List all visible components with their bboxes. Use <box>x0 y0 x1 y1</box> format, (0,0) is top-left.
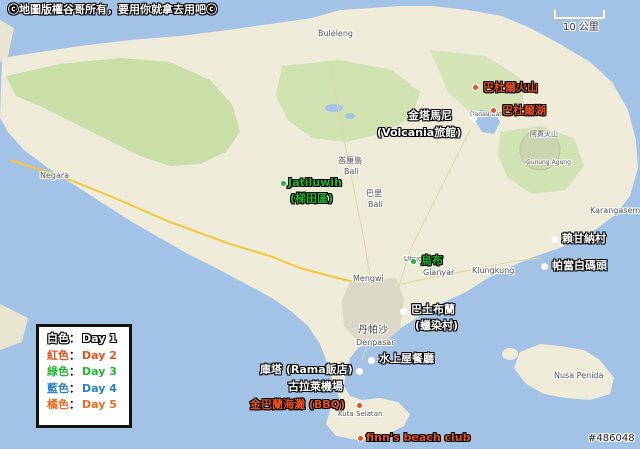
poi-marker-batubulan[interactable] <box>400 308 407 315</box>
poi-label-batik-village[interactable]: (蠟染村) <box>415 320 458 331</box>
poi-label-rice-terrace[interactable]: (梯田區) <box>290 193 333 204</box>
poi-label-finns[interactable]: finn's beach club <box>366 432 471 443</box>
poi-label-batubulan[interactable]: 巴土布蘭 <box>411 304 455 315</box>
poi-marker-batur-lake[interactable] <box>490 107 497 114</box>
copyright-text: ⓒ地圖版權谷哥所有，要用你就拿去用吧ⓒ <box>8 3 217 16</box>
place-nusa-penida: Nusa Penida <box>554 371 604 380</box>
place-klungkung: Klungkung <box>472 266 515 275</box>
place-buleleng: Buleleng <box>318 29 353 38</box>
poi-marker-kuta-rama[interactable] <box>356 368 363 375</box>
place-gunung-cn: 阿貢火山 <box>530 130 558 138</box>
watermark-text: #486048 <box>588 433 635 444</box>
poi-marker-batur-volcano[interactable] <box>472 84 479 91</box>
legend-sep: ： <box>69 381 80 395</box>
legend-color-name: 綠色 <box>47 365 69 378</box>
poi-label-volcania-hotel[interactable]: (Volcania旅館) <box>377 127 461 138</box>
legend-color-name: 紅色 <box>47 348 69 362</box>
legend-row-day2: 紅色： Day 2 <box>47 348 129 365</box>
poi-marker-kintamani[interactable] <box>470 115 477 122</box>
poi-label-batur-lake[interactable]: 巴杜爾湖 <box>502 105 546 116</box>
place-kuta-selatan: Kuta Selatan <box>338 410 383 418</box>
place-denpasar-cn: 丹帕沙 <box>358 325 388 336</box>
poi-marker-jatiluwih[interactable] <box>280 180 287 187</box>
legend-row-day5: 橘色： Day 5 <box>47 397 129 414</box>
scale-label: 10 公里 <box>563 22 599 33</box>
poi-label-tenganan[interactable]: 賴甘納村 <box>562 233 606 244</box>
legend-day: Day 4 <box>82 381 117 395</box>
place-denpasar: Denpasar <box>356 338 395 347</box>
legend-color-name: 白色 <box>47 332 69 345</box>
legend-sep: ： <box>69 332 80 345</box>
poi-label-batur-volcano[interactable]: 巴杜爾火山 <box>483 82 538 93</box>
place-negara: Negara <box>40 171 70 180</box>
poi-label-jimbaran[interactable]: 金巴蘭海灘 (BBQ) <box>250 399 345 410</box>
poi-marker-finns[interactable] <box>357 435 364 442</box>
place-tabanan-cn: 峇厘島 <box>338 156 362 165</box>
place-bali: Bali <box>344 167 359 176</box>
poi-marker-padangbai[interactable] <box>541 263 548 270</box>
poi-label-padangbai[interactable]: 帕當白碼頭 <box>552 260 607 271</box>
legend-day: Day 3 <box>82 365 117 378</box>
legend-day: Day 1 <box>82 332 117 345</box>
place-bali-cn: 巴里 <box>366 189 382 198</box>
legend: 白色： Day 1 紅色： Day 2 綠色： Day 3 藍色： Day 4 橘色： D… <box>36 324 132 428</box>
place-gianyar: Gianyar <box>423 268 455 277</box>
poi-marker-tenganan[interactable] <box>551 236 558 243</box>
poi-label-airport[interactable]: 古拉萊機場 <box>288 381 343 392</box>
legend-day: Day 2 <box>82 348 117 362</box>
poi-label-ubud[interactable]: 烏布 <box>421 255 443 266</box>
legend-day: Day 5 <box>82 398 117 411</box>
poi-label-kintamani[interactable]: 金塔馬尼 <box>408 110 452 121</box>
legend-color-name: 橘色 <box>47 398 69 411</box>
legend-row-day3: 綠色： Day 3 <box>47 364 129 381</box>
poi-label-water-restaurant[interactable]: 水上屋餐廳 <box>379 353 434 364</box>
map[interactable]: ⓒ地圖版權谷哥所有，要用你就拿去用吧ⓒ 10 公里 Buleleng Negar… <box>0 0 640 449</box>
poi-marker-ubud[interactable] <box>410 258 417 265</box>
poi-label-kuta-rama[interactable]: 庫塔 (Rama飯店) <box>260 364 353 375</box>
poi-marker-jimbaran[interactable] <box>356 402 363 409</box>
legend-sep: ： <box>69 365 80 378</box>
legend-sep: ： <box>69 398 80 411</box>
place-mengwi: Mengwi <box>353 274 384 283</box>
legend-row-day4: 藍色： Day 4 <box>47 381 129 398</box>
legend-row-day1: 白色： Day 1 <box>47 331 129 348</box>
legend-color-name: 藍色 <box>47 381 69 395</box>
place-karangasem: Karangasem <box>590 206 640 215</box>
place-gunung-agung: Gunung Agung <box>526 159 571 166</box>
legend-sep: ： <box>69 348 80 362</box>
place-bali-2: Bali <box>368 200 383 209</box>
poi-marker-water-restaurant[interactable] <box>368 357 375 364</box>
poi-label-jatiluwih[interactable]: Jatiluwih <box>288 177 342 188</box>
